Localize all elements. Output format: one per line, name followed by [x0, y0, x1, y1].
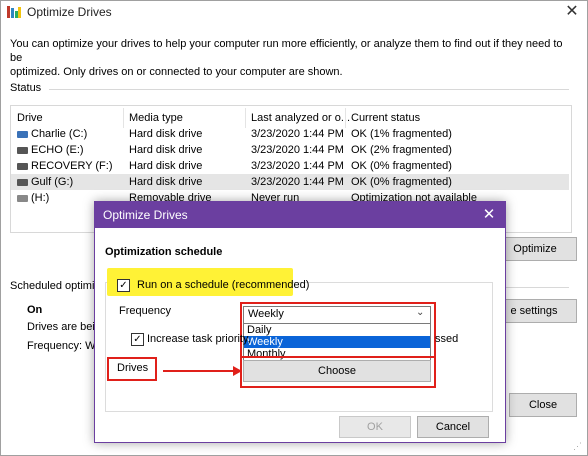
hard-drive-icon: [17, 179, 28, 186]
dialog-title: Optimize Drives: [103, 208, 188, 222]
col-separator[interactable]: [123, 108, 124, 128]
table-row[interactable]: ECHO (E:) Hard disk drive 3/23/2020 1:44…: [11, 142, 569, 158]
col-header-last-analyzed[interactable]: Last analyzed or o...: [251, 112, 350, 124]
table-row[interactable]: Charlie (C:) Hard disk drive 3/23/2020 1…: [11, 126, 569, 142]
drive-name: ECHO (E:): [31, 144, 84, 156]
drive-name: (H:): [31, 192, 50, 204]
cancel-button[interactable]: Cancel: [417, 416, 489, 438]
run-on-schedule-label[interactable]: Run on a schedule (recommended): [137, 279, 309, 291]
last-analyzed: 3/23/2020 1:44 PM: [251, 176, 344, 188]
current-status: OK (2% fragmented): [351, 144, 452, 156]
resize-grip-icon[interactable]: ⋰: [573, 441, 582, 452]
title-bar: Optimize Drives ✕: [1, 1, 587, 23]
col-header-media-type[interactable]: Media type: [129, 112, 183, 124]
current-status: OK (1% fragmented): [351, 128, 452, 140]
optimize-drives-app-icon: [7, 6, 21, 18]
current-status: OK (0% fragmented): [351, 176, 452, 188]
frequency-label: Frequency: [119, 305, 171, 317]
annotation-arrow-line: [163, 370, 235, 372]
increase-priority-label[interactable]: Increase task priority,: [147, 333, 251, 345]
drive-name: Charlie (C:): [31, 128, 88, 140]
ok-button[interactable]: OK: [339, 416, 411, 438]
dialog-close-button[interactable]: ✕: [477, 205, 501, 225]
media-type: Hard disk drive: [129, 144, 203, 156]
current-status: OK (0% fragmented): [351, 160, 452, 172]
scheduled-optimization-label: Scheduled optimiz: [10, 280, 100, 292]
run-on-schedule-checkbox[interactable]: ✓: [117, 279, 130, 292]
last-analyzed: 3/23/2020 1:44 PM: [251, 128, 344, 140]
system-drive-icon: [17, 131, 28, 138]
last-analyzed: 3/23/2020 1:44 PM: [251, 160, 344, 172]
drive-name: Gulf (G:): [31, 176, 74, 188]
optimization-schedule-heading: Optimization schedule: [105, 246, 223, 258]
media-type: Hard disk drive: [129, 128, 203, 140]
close-button[interactable]: Close: [509, 393, 577, 417]
window-close-button[interactable]: ✕: [557, 1, 587, 23]
annotation-highlight-frequency: [240, 302, 436, 358]
col-header-drive[interactable]: Drive: [17, 112, 43, 124]
status-divider: [49, 89, 569, 90]
hard-drive-icon: [17, 163, 28, 170]
table-row[interactable]: Gulf (G:) Hard disk drive 3/23/2020 1:44…: [11, 174, 569, 190]
intro-line-2: optimized. Only drives on or connected t…: [10, 66, 343, 78]
annotation-highlight-drives: [107, 357, 157, 381]
status-label: Status: [10, 82, 42, 94]
col-separator[interactable]: [245, 108, 246, 128]
optimization-schedule-dialog: Optimize Drives ✕ Optimization schedule …: [94, 201, 506, 443]
intro-text: You can optimize your drives to help you…: [10, 37, 570, 79]
annotation-highlight-choose: [240, 356, 436, 388]
media-type: Hard disk drive: [129, 176, 203, 188]
col-header-current-status[interactable]: Current status: [351, 112, 420, 124]
dialog-title-bar: Optimize Drives ✕: [95, 202, 505, 228]
table-row[interactable]: RECOVERY (F:) Hard disk drive 3/23/2020 …: [11, 158, 569, 174]
col-separator[interactable]: [345, 108, 346, 128]
hard-drive-icon: [17, 147, 28, 154]
increase-priority-checkbox[interactable]: ✓: [131, 333, 144, 346]
drive-name: RECOVERY (F:): [31, 160, 113, 172]
increase-priority-label-tail: ssed: [435, 333, 459, 345]
media-type: Hard disk drive: [129, 160, 203, 172]
window-title: Optimize Drives: [27, 5, 112, 19]
removable-drive-icon: [17, 195, 28, 202]
last-analyzed: 3/23/2020 1:44 PM: [251, 144, 344, 156]
intro-line-1: You can optimize your drives to help you…: [10, 38, 563, 64]
schedule-on-text: On: [27, 304, 43, 316]
